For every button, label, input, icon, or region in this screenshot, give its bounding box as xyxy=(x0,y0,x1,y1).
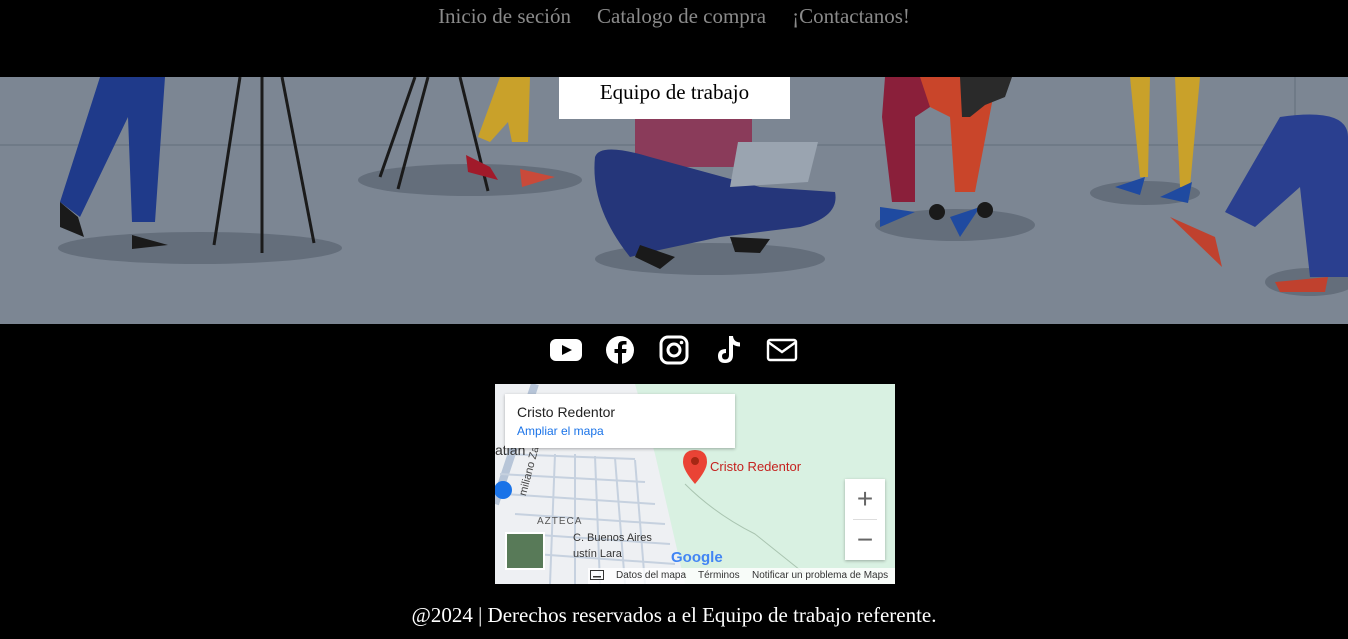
map-zoom-controls: + − xyxy=(845,479,885,560)
nav-link-contacto[interactable]: ¡Contactanos! xyxy=(792,4,910,29)
tiktok-icon[interactable] xyxy=(710,334,746,366)
map-pin-icon xyxy=(683,450,707,484)
google-logo: Google xyxy=(671,549,723,566)
map-data-link[interactable]: Datos del mapa xyxy=(616,570,686,581)
nav-link-inicio[interactable]: Inicio de seción xyxy=(438,4,571,29)
map-district-label: AZTECA xyxy=(537,516,583,527)
zoom-in-button[interactable]: + xyxy=(845,479,885,519)
map-place-card: Cristo Redentor Ampliar el mapa xyxy=(505,394,735,448)
top-nav: Inicio de seción Catalogo de compra ¡Con… xyxy=(0,0,1348,77)
social-links xyxy=(0,334,1348,366)
keyboard-icon[interactable] xyxy=(590,570,604,583)
nav-links: Inicio de seción Catalogo de compra ¡Con… xyxy=(0,4,1348,29)
map-embed[interactable]: atian miliano Zapata AZTECA C. Buenos Ai… xyxy=(495,384,895,584)
nav-link-catalogo[interactable]: Catalogo de compra xyxy=(597,4,766,29)
mail-icon[interactable] xyxy=(764,334,800,366)
footer-copyright: @2024 | Derechos reservados a el Equipo … xyxy=(411,603,937,627)
facebook-icon[interactable] xyxy=(602,334,638,366)
map-terms-link[interactable]: Términos xyxy=(698,570,740,581)
hero-title: Equipo de trabajo xyxy=(559,77,790,119)
map-enlarge-link[interactable]: Ampliar el mapa xyxy=(517,424,604,438)
map-footer: Datos del mapa Términos Notificar un pro… xyxy=(588,568,895,584)
map-pin-label: Cristo Redentor xyxy=(710,459,802,474)
map-satellite-toggle[interactable] xyxy=(505,532,545,570)
map-street-label: ustín Lara xyxy=(573,548,622,560)
zoom-out-button[interactable]: − xyxy=(845,520,885,560)
map-place-name: Cristo Redentor xyxy=(517,404,616,420)
map-report-link[interactable]: Notificar un problema de Maps xyxy=(752,570,888,581)
instagram-icon[interactable] xyxy=(656,334,692,366)
map-street-label: C. Buenos Aires xyxy=(573,532,652,544)
youtube-icon[interactable] xyxy=(548,334,584,366)
